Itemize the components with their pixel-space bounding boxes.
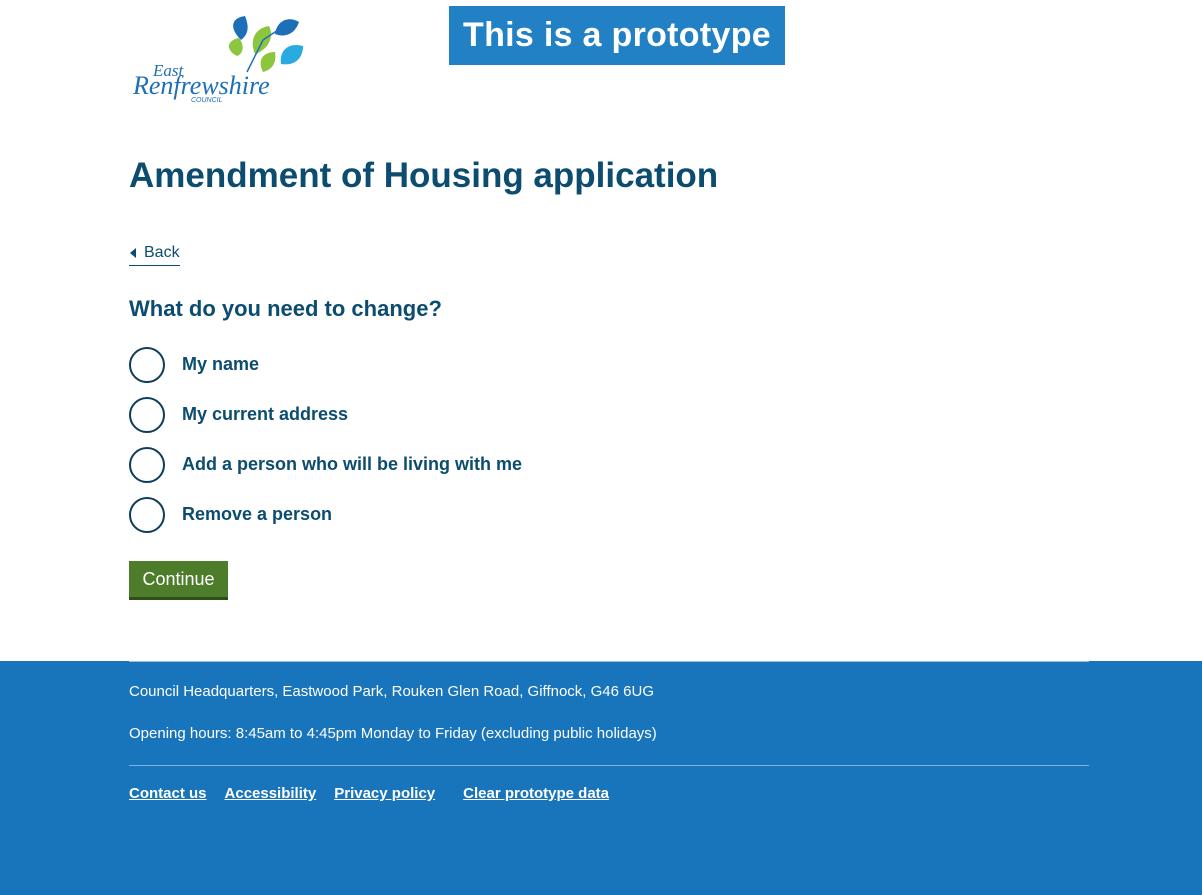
- site-header: East Renfrewshire COUNCIL This is a prot…: [0, 0, 1202, 130]
- east-renfrewshire-logo[interactable]: East Renfrewshire COUNCIL: [131, 14, 317, 104]
- radio-option-remove-person[interactable]: Remove a person: [129, 490, 522, 540]
- footer-link-clear-prototype-data[interactable]: Clear prototype data: [463, 784, 609, 804]
- chevron-left-icon: [130, 248, 136, 258]
- radio-button[interactable]: [129, 397, 165, 433]
- back-link-label: Back: [144, 244, 180, 261]
- radio-option-current-address[interactable]: My current address: [129, 390, 522, 440]
- footer-address: Council Headquarters, Eastwood Park, Rou…: [129, 683, 654, 700]
- radio-label[interactable]: My name: [182, 354, 259, 375]
- radio-option-my-name[interactable]: My name: [129, 340, 522, 390]
- leaf-logo-icon: East Renfrewshire COUNCIL: [132, 16, 303, 104]
- radio-option-add-person[interactable]: Add a person who will be living with me: [129, 440, 522, 490]
- radio-button[interactable]: [129, 347, 165, 383]
- footer-link-accessibility[interactable]: Accessibility: [225, 784, 317, 804]
- radio-group: My name My current address Add a person …: [129, 340, 522, 540]
- radio-label[interactable]: Remove a person: [182, 504, 332, 525]
- page-title: Amendment of Housing application: [129, 156, 719, 195]
- back-link[interactable]: Back: [129, 242, 180, 266]
- footer-links: Contact us Accessibility Privacy policy …: [129, 784, 627, 804]
- prototype-banner: This is a prototype: [449, 6, 785, 65]
- footer-top-border: [129, 661, 1089, 662]
- site-footer: Council Headquarters, Eastwood Park, Rou…: [0, 661, 1202, 895]
- continue-button[interactable]: Continue: [129, 561, 228, 597]
- radio-button[interactable]: [129, 447, 165, 483]
- radio-label[interactable]: Add a person who will be living with me: [182, 454, 522, 475]
- radio-label[interactable]: My current address: [182, 404, 348, 425]
- radio-button[interactable]: [129, 497, 165, 533]
- footer-opening-hours: Opening hours: 8:45am to 4:45pm Monday t…: [129, 725, 657, 742]
- footer-divider: [129, 765, 1089, 766]
- footer-link-privacy-policy[interactable]: Privacy policy: [334, 784, 435, 804]
- question-heading: What do you need to change?: [129, 296, 442, 321]
- footer-link-contact-us[interactable]: Contact us: [129, 784, 207, 804]
- logo-text-council: COUNCIL: [191, 97, 223, 104]
- logo-text-renfrewshire: Renfrewshire: [132, 71, 270, 100]
